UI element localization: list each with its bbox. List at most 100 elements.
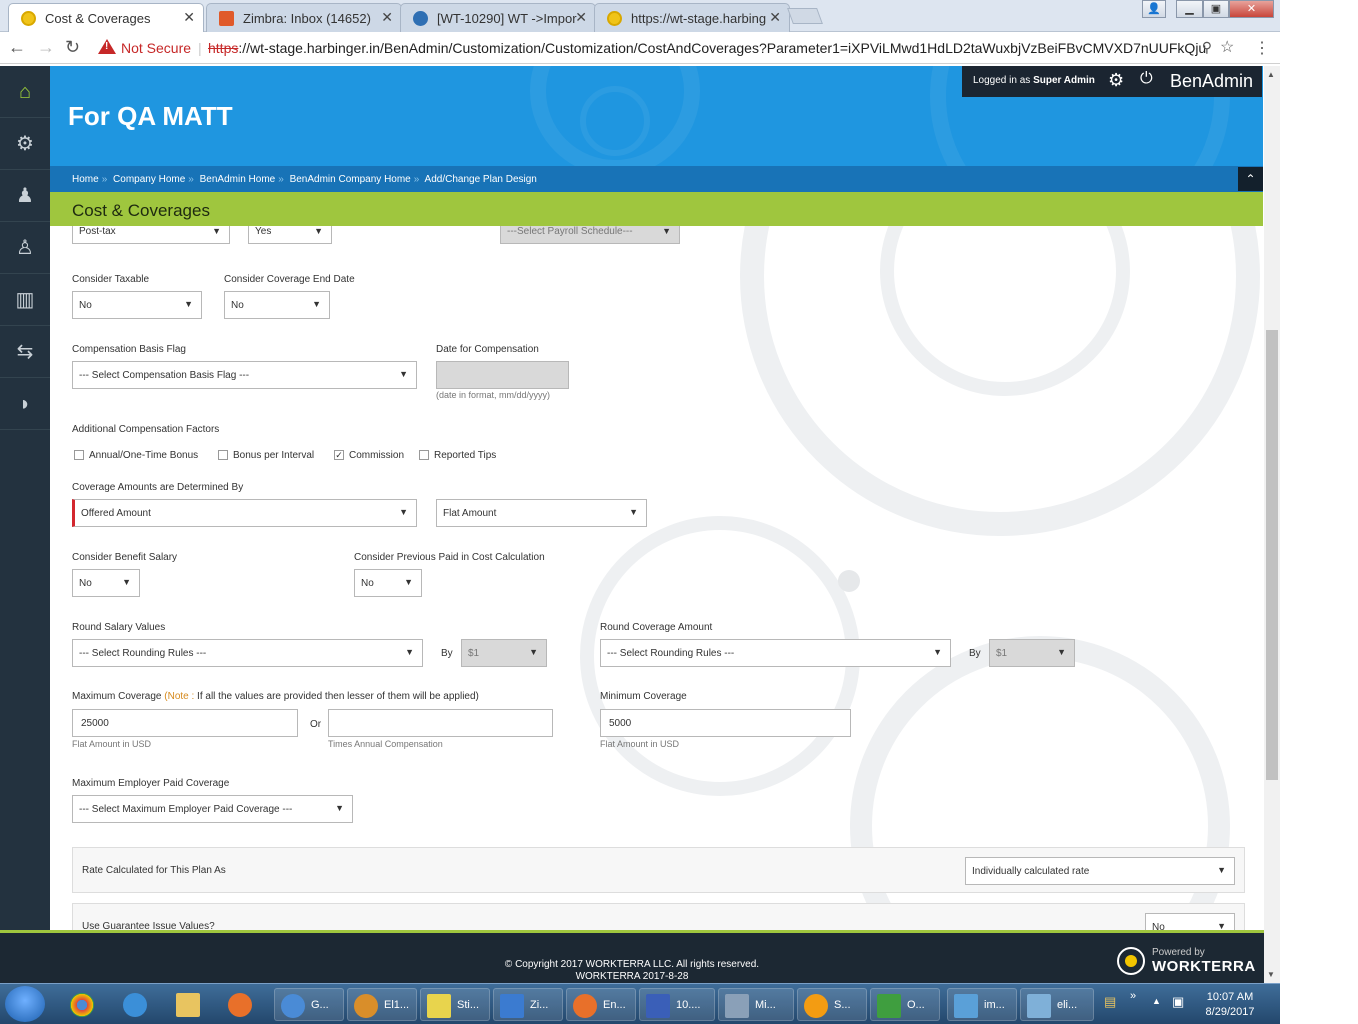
commission-checkbox[interactable]: ✓ <box>334 450 344 460</box>
zoom-magnifier-icon[interactable]: ⚲ <box>1202 39 1212 56</box>
close-tab-icon[interactable]: ✕ <box>575 9 587 26</box>
payroll-schedule-select[interactable]: ---Select Payroll Schedule--- ▼ <box>500 226 680 244</box>
maximum-coverage-times-hint: Times Annual Compensation <box>328 739 443 749</box>
maximum-employer-paid-select[interactable]: --- Select Maximum Employer Paid Coverag… <box>72 795 353 823</box>
user-settings-icon[interactable]: ♟ <box>0 170 50 222</box>
gear-icon[interactable]: ⚙ <box>1108 70 1124 91</box>
settings-gears-icon[interactable]: ⚙ <box>0 118 50 170</box>
consider-benefit-salary-select[interactable]: No ▼ <box>72 569 140 597</box>
annual-bonus-label: Annual/One-Time Bonus <box>89 450 199 461</box>
additional-compensation-factors-label: Additional Compensation Factors <box>72 424 220 435</box>
taskbar-item-paint[interactable]: El1... <box>347 988 417 1021</box>
taskbar-item-zimbra[interactable]: Zi... <box>493 988 563 1021</box>
ie-pinned-icon[interactable] <box>117 988 157 1021</box>
scroll-down-icon[interactable]: ▼ <box>1267 970 1275 979</box>
caret-down-icon: ▼ <box>184 299 193 309</box>
user-profile-icon[interactable]: 👤 <box>1142 0 1166 18</box>
power-logout-icon[interactable]: ⏻ <box>1140 70 1153 88</box>
guarantee-issue-select[interactable]: No ▼ <box>1145 913 1235 930</box>
reported-tips-checkbox[interactable] <box>419 450 429 460</box>
collapse-header-button[interactable]: ⌃ <box>1238 167 1263 191</box>
round-salary-select[interactable]: --- Select Rounding Rules --- ▼ <box>72 639 423 667</box>
maximum-coverage-flat-input[interactable]: 25000 <box>72 709 298 737</box>
consider-coverage-end-date-label: Consider Coverage End Date <box>224 274 355 285</box>
breadcrumb-benadmin-home[interactable]: BenAdmin Home <box>200 174 276 185</box>
scroll-up-icon[interactable]: ▲ <box>1267 70 1275 79</box>
yes-no-select[interactable]: Yes ▼ <box>248 226 332 244</box>
home-icon[interactable]: ⌂ <box>0 66 50 118</box>
windows-start-icon[interactable] <box>5 986 45 1022</box>
taskbar-item-remote-desktop[interactable]: 10.... <box>639 988 715 1021</box>
browser-tab-zimbra[interactable]: Zimbra: Inbox (14652) ✕ <box>206 3 402 32</box>
tray-up-arrow-icon[interactable]: ▲ <box>1152 996 1161 1006</box>
coverage-amount-type-select[interactable]: Flat Amount ▼ <box>436 499 647 527</box>
close-window-icon[interactable]: ✕ <box>1229 0 1274 18</box>
round-coverage-by-select[interactable]: $1 ▼ <box>989 639 1075 667</box>
taskbar-item-tools[interactable]: Mi... <box>718 988 794 1021</box>
round-salary-by-select[interactable]: $1 ▼ <box>461 639 547 667</box>
date-for-compensation-label: Date for Compensation <box>436 344 539 355</box>
close-tab-icon[interactable]: ✕ <box>769 9 781 26</box>
taskbar-item-chrome[interactable]: G... <box>274 988 344 1021</box>
breadcrumb-company-home[interactable]: Company Home <box>113 174 185 185</box>
user-icon[interactable]: ♙ <box>0 222 50 274</box>
media-player-pinned-icon[interactable] <box>222 988 262 1021</box>
browser-tab-stage[interactable]: https://wt-stage.harbing ✕ <box>594 3 790 32</box>
close-tab-icon[interactable]: ✕ <box>381 9 393 26</box>
explorer-pinned-icon[interactable] <box>170 988 210 1021</box>
new-tab-button[interactable] <box>787 8 823 24</box>
chrome-pinned-icon[interactable] <box>64 988 104 1021</box>
taskbar-item-firefox[interactable]: En... <box>566 988 636 1021</box>
browser-tab-jira[interactable]: [WT-10290] WT ->Impor ✕ <box>400 3 596 32</box>
date-for-compensation-input[interactable] <box>436 361 569 389</box>
folder-tray-icon[interactable]: ▤ <box>1104 994 1116 1010</box>
bookmark-star-icon[interactable]: ☆ <box>1220 37 1234 57</box>
compensation-basis-flag-select[interactable]: --- Select Compensation Basis Flag --- ▼ <box>72 361 417 389</box>
taskbar-item-image[interactable]: im... <box>947 988 1017 1021</box>
annual-bonus-checkbox[interactable] <box>74 450 84 460</box>
system-clock[interactable]: 10:07 AM 8/29/2017 <box>1200 990 1260 1020</box>
consider-benefit-salary-label: Consider Benefit Salary <box>72 552 178 563</box>
coverage-amounts-select[interactable]: Offered Amount ▼ <box>72 499 417 527</box>
reload-icon[interactable]: ↻ <box>65 37 80 58</box>
bonus-per-interval-checkbox[interactable] <box>218 450 228 460</box>
browser-menu-icon[interactable]: ⋮ <box>1254 38 1270 58</box>
tray-expand-icon[interactable]: » <box>1130 990 1136 1002</box>
taskbar-item-sticky-notes[interactable]: Sti... <box>420 988 490 1021</box>
tax-treatment-select[interactable]: Post-tax ▼ <box>72 226 230 244</box>
maximize-window-icon[interactable]: ▣ <box>1203 0 1229 18</box>
bar-chart-icon[interactable]: ▥ <box>0 274 50 326</box>
consider-coverage-end-date-select[interactable]: No ▼ <box>224 291 330 319</box>
transfer-arrows-icon[interactable]: ⇆ <box>0 326 50 378</box>
close-tab-icon[interactable]: ✕ <box>183 9 195 26</box>
browser-tabstrip: Cost & Coverages ✕ Zimbra: Inbox (14652)… <box>0 0 1280 32</box>
address-bar[interactable]: Not Secure | https://wt-stage.harbinger.… <box>90 35 1220 61</box>
maximum-coverage-times-input[interactable] <box>328 709 553 737</box>
page-scrollbar[interactable]: ▲ ▼ <box>1264 66 1280 983</box>
maximum-coverage-flat-hint: Flat Amount in USD <box>72 739 152 749</box>
minimize-window-icon[interactable]: ▁ <box>1176 0 1203 18</box>
chat-bubble-icon[interactable]: ◗ <box>0 378 50 430</box>
minimum-coverage-hint: Flat Amount in USD <box>600 739 680 749</box>
scrollbar-thumb[interactable] <box>1266 330 1278 780</box>
section-header: Cost & Coverages <box>50 192 1263 226</box>
caret-down-icon: ▼ <box>312 299 321 309</box>
breadcrumb-benadmin-company-home[interactable]: BenAdmin Company Home <box>290 174 411 185</box>
taskbar-item-spreadsheet[interactable]: O... <box>870 988 940 1021</box>
consider-previous-paid-select[interactable]: No ▼ <box>354 569 422 597</box>
minimum-coverage-label: Minimum Coverage <box>600 691 687 702</box>
minimum-coverage-input[interactable]: 5000 <box>600 709 851 737</box>
taskbar-item-document[interactable]: eli... <box>1020 988 1094 1021</box>
round-coverage-select[interactable]: --- Select Rounding Rules --- ▼ <box>600 639 951 667</box>
breadcrumb-home[interactable]: Home <box>72 174 99 185</box>
user-bar: Logged in as Super Admin ⚙ ⏻ BenAdmin <box>962 66 1262 97</box>
browser-tab-cost-coverages[interactable]: Cost & Coverages ✕ <box>8 3 204 32</box>
url-text[interactable]: https://wt-stage.harbinger.in/BenAdmin/C… <box>208 40 1206 56</box>
not-secure-label[interactable]: Not Secure <box>121 40 191 56</box>
network-tray-icon[interactable]: ▣ <box>1172 994 1184 1010</box>
consider-taxable-select[interactable]: No ▼ <box>72 291 202 319</box>
taskbar-item-skype[interactable]: S... <box>797 988 867 1021</box>
back-arrow-icon[interactable]: ← <box>8 37 26 58</box>
forward-arrow-icon[interactable]: → <box>37 37 55 58</box>
rate-calculated-select[interactable]: Individually calculated rate ▼ <box>965 857 1235 885</box>
